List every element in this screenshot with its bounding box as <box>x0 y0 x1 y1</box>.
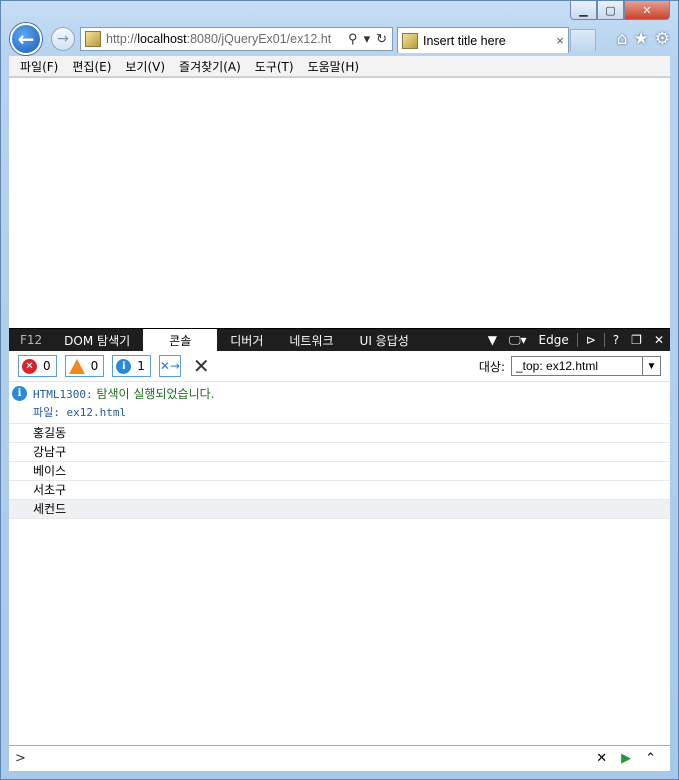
page-favicon-icon <box>85 31 101 47</box>
warning-icon <box>68 358 85 374</box>
warnings-filter-button[interactable]: 0 <box>64 355 105 377</box>
address-protocol: http:// <box>106 32 138 46</box>
info-icon: i <box>116 358 132 374</box>
clear-input-icon[interactable]: ✕ <box>596 751 607 766</box>
emulation-mode[interactable]: Edge <box>533 329 575 351</box>
console-output: i HTML1300: 탐색이 실행되었습니다. 파일: ex12.html 홍… <box>9 382 670 519</box>
clear-navigate-icon: ✕→ <box>159 359 180 373</box>
message-code[interactable]: HTML1300: <box>33 388 93 401</box>
console-prompt: > <box>15 751 26 766</box>
info-filter-button[interactable]: i 1 <box>112 355 151 377</box>
address-bar[interactable]: http:// localhost :8080/jQueryEx01/ex12.… <box>80 27 393 51</box>
tab-title: Insert title here <box>423 33 506 48</box>
tab-f12: F12 <box>20 333 43 347</box>
clear-console-button[interactable]: ✕ <box>193 354 210 378</box>
console-toolbar: ✕ 0 0 i 1 ✕→ ✕ 대상: _top: ex12.html ▼ <box>9 351 670 382</box>
log-row: 서초구 <box>9 481 670 500</box>
tab-ui-responsiveness[interactable]: UI 응답성 <box>347 329 422 351</box>
target-label: 대상: <box>478 359 505 374</box>
log-row: 베이스 <box>9 462 670 481</box>
target-select[interactable]: _top: ex12.html ▼ <box>511 356 661 376</box>
info-count: 1 <box>137 359 145 373</box>
browser-window: ▁ ▢ ✕ ← → http:// localhost :8080/jQuery… <box>0 0 679 780</box>
new-tab-button[interactable] <box>570 29 596 51</box>
menu-view[interactable]: 보기(V) <box>118 58 172 75</box>
navigation-bar: ← → http:// localhost :8080/jQueryEx01/e… <box>9 23 670 55</box>
target-value: _top: ex12.html <box>516 359 599 373</box>
close-devtools-icon[interactable]: ✕ <box>648 329 670 351</box>
message-text: 탐색이 실행되었습니다. <box>96 387 215 401</box>
undock-icon[interactable]: ❐ <box>625 329 648 351</box>
tab-dom-explorer[interactable]: DOM 탐색기 <box>51 329 143 351</box>
f12-developer-tools: F12 DOM 탐색기 콘솔 디버거 네트워크 UI 응답성 ▼ 🖵▾ Edge… <box>9 328 670 771</box>
address-actions: ⚲ ▾ ↻ <box>343 31 392 47</box>
menu-bar: 파일(F) 편집(E) 보기(V) 즐겨찾기(A) 도구(T) 도움말(H) <box>9 56 670 77</box>
refresh-icon[interactable]: ↻ <box>376 31 387 47</box>
tab-close-button[interactable]: × <box>552 33 568 48</box>
errors-filter-button[interactable]: ✕ 0 <box>18 355 57 377</box>
toolbar-icons: ⌂ ★ ⚙ <box>617 29 670 49</box>
errors-count: 0 <box>43 359 51 373</box>
console-input-bar[interactable]: > ✕ ▶ ⌃ <box>9 745 670 771</box>
window-caption-buttons: ▁ ▢ ✕ <box>570 1 670 20</box>
tab-favicon-icon <box>402 32 418 49</box>
browser-tab[interactable]: Insert title here × <box>397 27 569 53</box>
settings-gear-icon[interactable]: ⚙ <box>655 29 670 49</box>
devtools-tab-bar: F12 DOM 탐색기 콘솔 디버거 네트워크 UI 응답성 ▼ 🖵▾ Edge… <box>9 329 670 351</box>
menu-favorites[interactable]: 즐겨찾기(A) <box>172 58 248 75</box>
error-icon: ✕ <box>22 358 37 374</box>
menu-file[interactable]: 파일(F) <box>13 58 65 75</box>
menu-tools[interactable]: 도구(T) <box>248 58 301 75</box>
arrow-left-icon: ← <box>17 27 35 51</box>
more-tabs-icon[interactable]: ▼ <box>482 329 503 351</box>
tab-console[interactable]: 콘솔 <box>143 329 218 351</box>
forward-button[interactable]: → <box>51 27 75 51</box>
warnings-count: 0 <box>90 359 99 373</box>
log-row: 홍길동 <box>9 424 670 443</box>
info-message: i HTML1300: 탐색이 실행되었습니다. 파일: ex12.html <box>9 382 670 424</box>
maximize-button[interactable]: ▢ <box>597 1 624 20</box>
tab-network[interactable]: 네트워크 <box>276 329 346 351</box>
console-toggle-icon[interactable]: ⊳ <box>580 329 602 351</box>
dropdown-chevron-icon[interactable]: ▾ <box>364 31 371 47</box>
log-row: 강남구 <box>9 443 670 462</box>
input-actions: ✕ ▶ ⌃ <box>596 751 670 766</box>
menu-help[interactable]: 도움말(H) <box>301 58 367 75</box>
info-message-icon: i <box>12 386 27 401</box>
menu-edit[interactable]: 편집(E) <box>65 58 118 75</box>
emulation-monitor-icon[interactable]: 🖵▾ <box>503 329 533 351</box>
minimize-button[interactable]: ▁ <box>570 1 597 20</box>
page-content <box>9 78 670 328</box>
tab-debugger[interactable]: 디버거 <box>217 329 276 351</box>
arrow-right-icon: → <box>57 31 69 47</box>
favorites-star-icon[interactable]: ★ <box>634 29 649 49</box>
log-row: 세컨드 <box>9 500 670 519</box>
help-icon[interactable]: ? <box>607 329 625 351</box>
run-script-icon[interactable]: ▶ <box>621 751 631 766</box>
address-path: :8080/jQueryEx01/ex12.ht <box>186 32 332 46</box>
home-icon[interactable]: ⌂ <box>617 29 628 49</box>
clear-on-navigate-button[interactable]: ✕→ <box>158 355 181 377</box>
address-host: localhost <box>137 32 187 46</box>
chevron-down-icon: ▼ <box>642 357 660 375</box>
back-button[interactable]: ← <box>10 23 42 55</box>
message-file[interactable]: 파일: ex12.html <box>33 402 670 423</box>
close-window-button[interactable]: ✕ <box>624 1 670 20</box>
expand-input-icon[interactable]: ⌃ <box>645 751 656 766</box>
search-icon[interactable]: ⚲ <box>348 31 358 47</box>
